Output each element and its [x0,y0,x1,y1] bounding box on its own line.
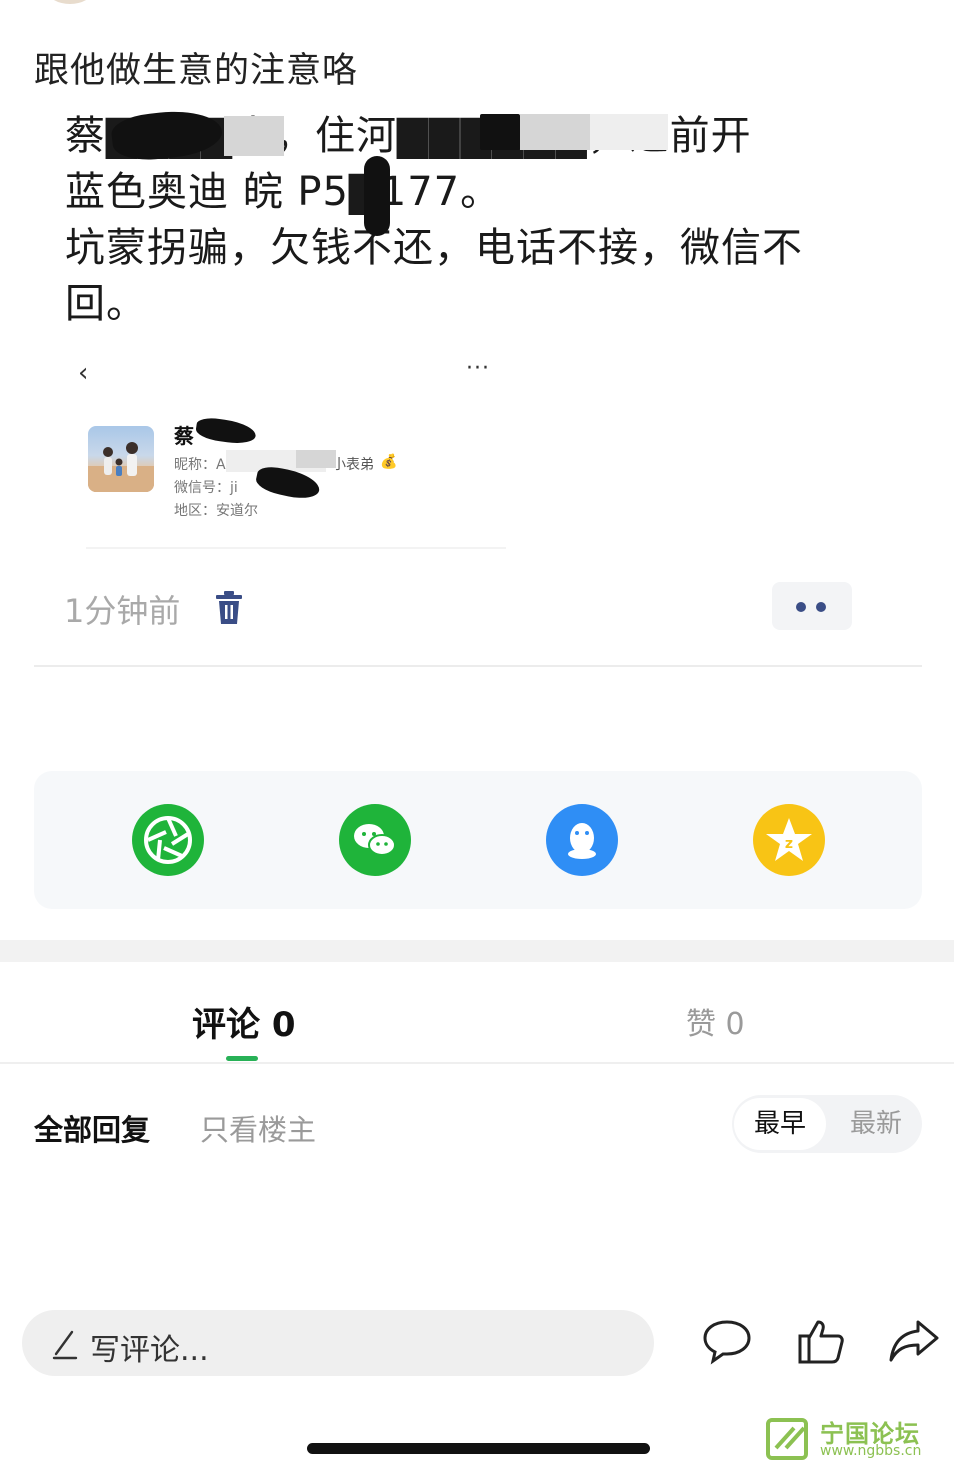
profile-avatar [88,426,154,492]
redaction-mark [194,415,258,447]
qq-icon[interactable] [546,804,618,876]
divider [0,1062,954,1064]
post-line: 坑蒙拐骗，欠钱不还，电话不接，微信不 [65,225,803,271]
more-options-button[interactable] [772,582,852,630]
like-icon[interactable] [796,1316,846,1370]
comment-input[interactable]: 写评论... [22,1310,654,1376]
divider [34,665,922,667]
sort-toggle: 最早 最新 [732,1095,922,1153]
redaction-mark [590,114,668,150]
author-avatar[interactable] [48,0,92,4]
filter-owner-only[interactable]: 只看楼主 [200,1107,316,1149]
profile-nickname-suffix: 小表弟 [332,457,374,473]
embedded-screenshot[interactable]: ‹ ··· 蔡 昵称：A 小表弟 💰 微信号：ji 地区：安道尔 [66,350,526,560]
share-panel: z [34,771,922,909]
watermark-url: www.ngbbs.cn [820,1443,922,1459]
active-tab-indicator [226,1056,258,1061]
pen-icon [52,1330,78,1360]
profile-name: 蔡 [174,424,194,448]
comment-placeholder: 写评论... [90,1333,209,1368]
post-line: 蓝色奥迪 皖 P5▇177。 [65,169,502,215]
divider [86,547,506,549]
comment-icon[interactable] [702,1316,752,1370]
tab-comments[interactable]: 评论 0 [192,997,296,1046]
watermark: 宁国论坛 www.ngbbs.cn [764,1414,944,1466]
post-time: 1分钟前 [64,592,181,630]
profile-region: 地区：安道尔 [174,503,258,519]
profile-nickname: 昵称：A [174,457,226,473]
forum-logo-icon [766,1418,808,1460]
home-indicator [307,1443,650,1454]
moments-icon[interactable] [132,804,204,876]
share-icon[interactable] [888,1316,940,1370]
redaction-mark [480,114,520,150]
back-icon: ‹ [78,358,89,388]
section-gap [0,940,954,962]
redaction-mark [520,114,590,150]
filter-all-replies[interactable]: 全部回复 [34,1107,150,1149]
profile-wechat-id: 微信号：ji [174,480,238,496]
sort-latest-button[interactable]: 最新 [832,1098,920,1150]
wechat-icon[interactable] [339,804,411,876]
money-bag-icon: 💰 [380,454,398,470]
qzone-icon[interactable]: z [753,804,825,876]
post-line: 回。 [65,281,147,327]
redaction-mark [364,156,390,236]
redaction-mark [224,116,284,156]
svg-text:z: z [785,836,793,852]
more-icon: ··· [466,356,490,381]
tab-likes[interactable]: 赞 0 [686,999,745,1043]
post-title: 跟他做生意的注意咯 [34,51,359,91]
redaction-mark [296,450,336,468]
trash-icon[interactable] [214,590,244,626]
sort-earliest-button[interactable]: 最早 [734,1098,826,1150]
